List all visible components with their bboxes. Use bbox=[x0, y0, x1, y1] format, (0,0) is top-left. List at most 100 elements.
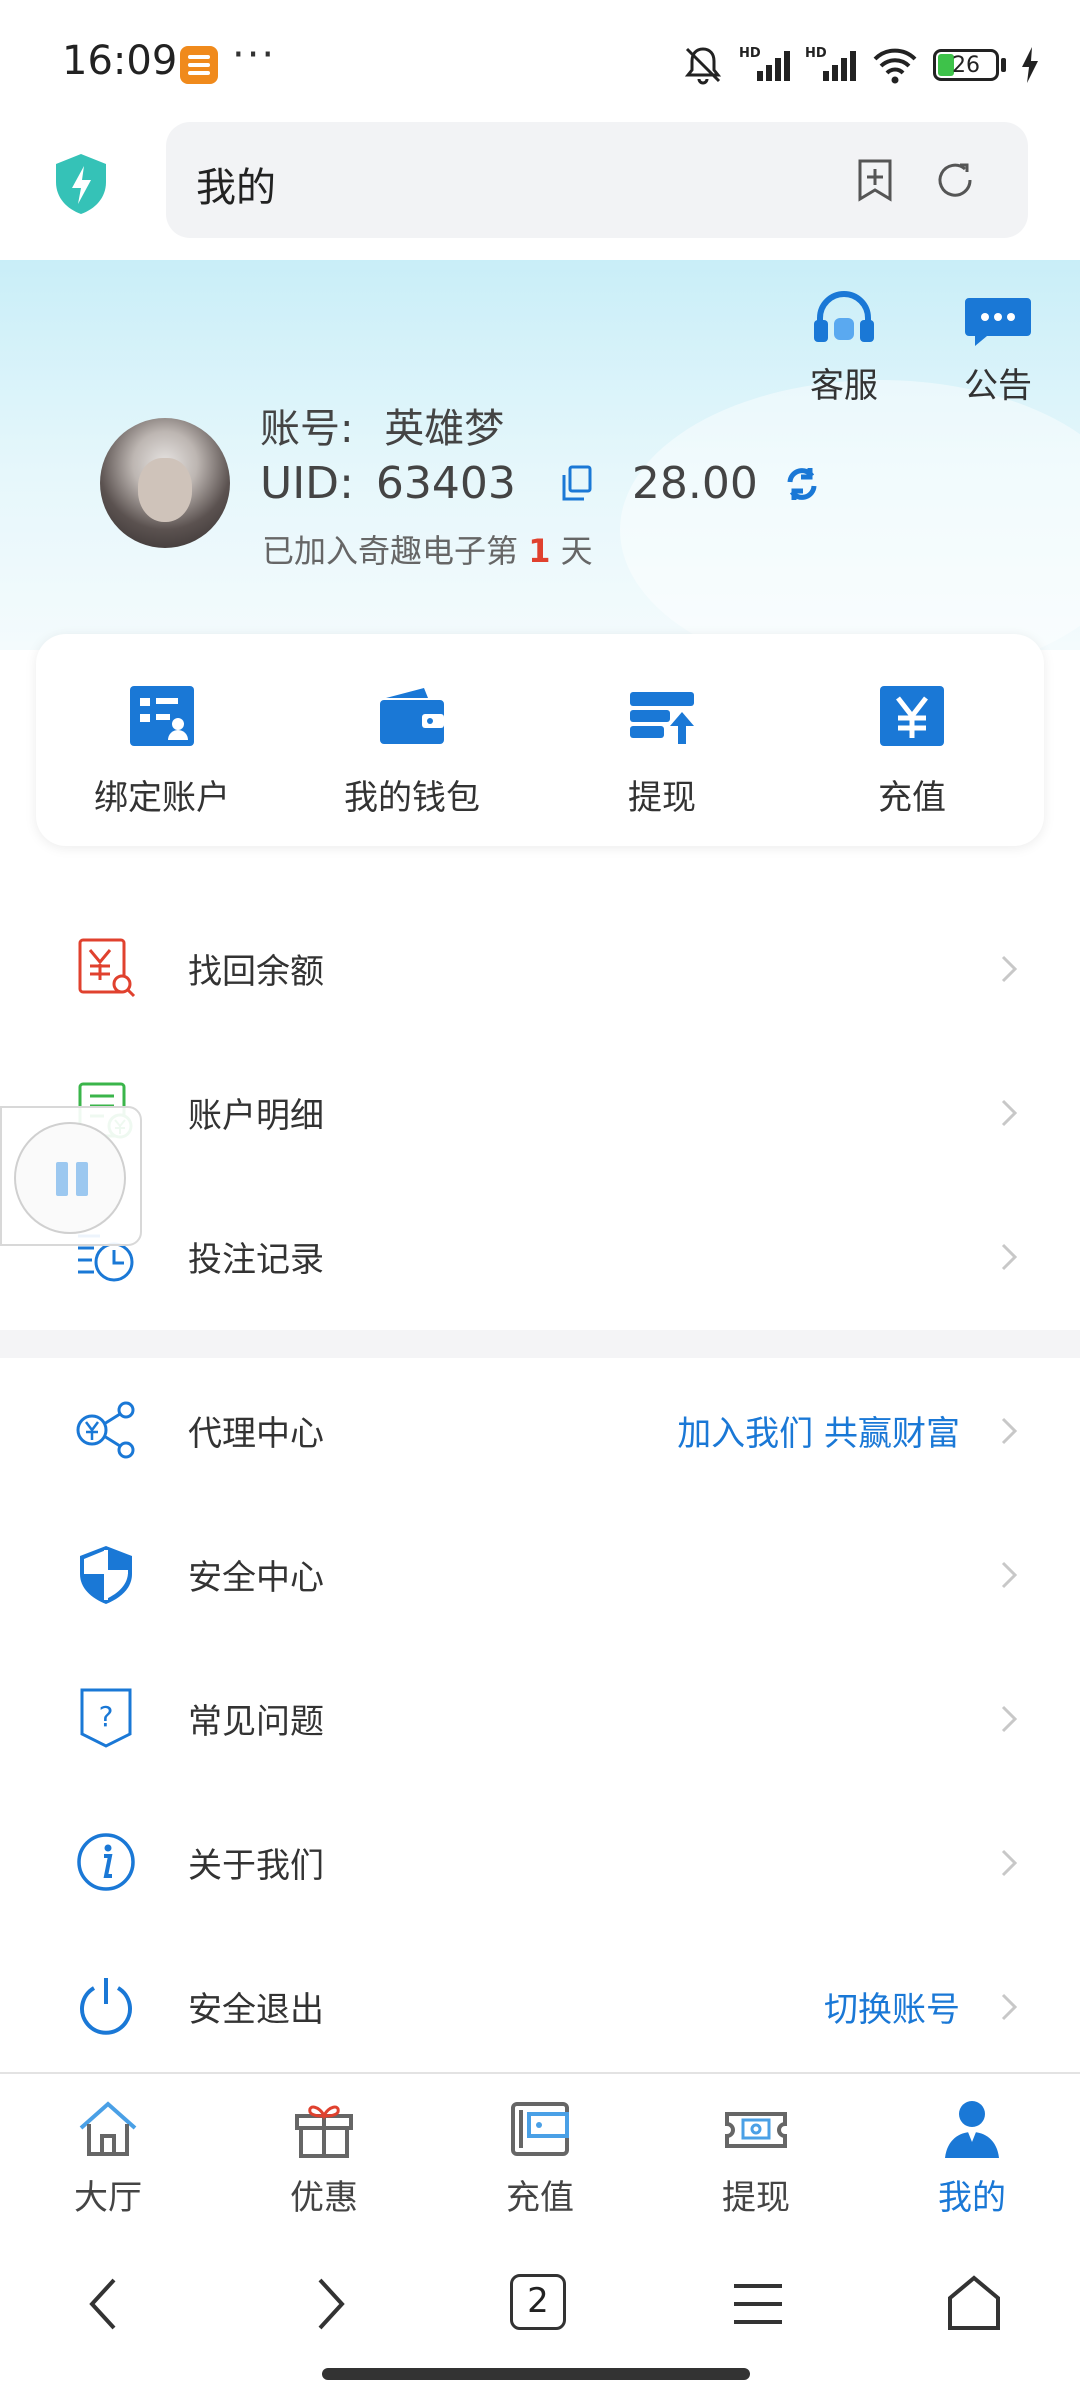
switch-account-link[interactable]: 切换账号 bbox=[824, 1982, 960, 2031]
page-title: 我的 bbox=[196, 165, 276, 211]
signal-hd-icon: HD bbox=[739, 46, 790, 81]
forward-icon[interactable] bbox=[298, 2274, 358, 2334]
account-label: 账号: bbox=[260, 406, 354, 452]
svg-text:HD: HD bbox=[805, 46, 827, 61]
svg-text:HD: HD bbox=[739, 46, 761, 61]
more-notifications-dots: ··· bbox=[232, 32, 277, 78]
tab-label: 提现 bbox=[722, 2178, 790, 2218]
chevron-right-icon bbox=[1001, 1561, 1018, 1589]
home-indicator[interactable] bbox=[322, 2368, 750, 2380]
home-icon bbox=[79, 2101, 137, 2156]
tab-label: 大厅 bbox=[74, 2178, 142, 2218]
quick-actions-card: 绑定账户 我的钱包 提现 充值 bbox=[36, 634, 1044, 846]
share-yuan-icon bbox=[76, 1401, 135, 1459]
battery-icon: 26 bbox=[933, 49, 999, 81]
account-line: 账号: 英雄梦 bbox=[260, 396, 504, 454]
tab-label: 充值 bbox=[506, 2178, 574, 2218]
signal-hd-icon: HD bbox=[805, 46, 856, 81]
customer-service-button[interactable]: 客服 bbox=[794, 290, 894, 407]
balance-value: 28.00 bbox=[631, 458, 758, 509]
membership-days: 已加入奇趣电子第 1 天 bbox=[262, 526, 593, 572]
add-bookmark-icon[interactable] bbox=[850, 155, 900, 205]
headset-icon bbox=[814, 291, 874, 342]
chevron-right-icon bbox=[1001, 1417, 1018, 1445]
chat-bubble-icon bbox=[965, 298, 1031, 346]
chevron-right-icon bbox=[1001, 955, 1018, 983]
user-icon bbox=[945, 2101, 999, 2158]
menu-icon[interactable] bbox=[728, 2274, 788, 2334]
tabs-icon[interactable]: 2 bbox=[510, 2274, 566, 2330]
home-outline-icon[interactable] bbox=[944, 2274, 1004, 2334]
withdraw-button[interactable]: 提现 bbox=[552, 684, 772, 819]
gift-icon bbox=[295, 2105, 353, 2158]
status-time: 16:09 bbox=[62, 38, 178, 84]
chevron-right-icon bbox=[1001, 1243, 1018, 1271]
status-bar: 16:09 ··· HD HD 26 bbox=[0, 0, 1080, 120]
menu-item-bet-record[interactable]: 投注记录 bbox=[0, 1184, 1080, 1328]
notifications-muted-icon bbox=[684, 47, 722, 85]
back-icon[interactable] bbox=[76, 2274, 136, 2334]
battery-level: 26 bbox=[952, 52, 980, 78]
days-suffix: 天 bbox=[560, 532, 593, 570]
tab-count: 2 bbox=[527, 2281, 549, 2321]
address-box[interactable]: 我的 bbox=[166, 122, 1028, 238]
menu-item-about-us[interactable]: 关于我们 bbox=[0, 1790, 1080, 1934]
recharge-label: 充值 bbox=[878, 778, 946, 818]
menu-label: 常见问题 bbox=[188, 1702, 324, 1742]
menu-item-account-detail[interactable]: 账户明细 bbox=[0, 1040, 1080, 1184]
shield-logo-icon[interactable] bbox=[52, 152, 110, 216]
floating-pause-widget[interactable] bbox=[0, 1106, 142, 1246]
refresh-icon[interactable] bbox=[930, 155, 980, 205]
tab-promotions[interactable]: 优惠 bbox=[254, 2096, 394, 2219]
info-icon bbox=[77, 1833, 135, 1891]
battery-tip bbox=[1001, 58, 1006, 72]
chevron-right-icon bbox=[1001, 1705, 1018, 1733]
avatar[interactable] bbox=[100, 418, 230, 548]
pause-icon[interactable] bbox=[14, 1122, 126, 1234]
status-icons: HD HD 26 bbox=[681, 40, 1040, 90]
question-icon: ? bbox=[80, 1688, 132, 1748]
app-notification-icon bbox=[180, 46, 218, 84]
tab-lobby[interactable]: 大厅 bbox=[38, 2096, 178, 2219]
chevron-right-icon bbox=[1001, 1993, 1018, 2021]
menu-item-faq[interactable]: ? 常见问题 bbox=[0, 1646, 1080, 1790]
power-icon bbox=[80, 1978, 132, 2035]
bind-account-icon bbox=[130, 686, 194, 746]
refresh-balance-icon[interactable] bbox=[782, 464, 822, 504]
tab-mine[interactable]: 我的 bbox=[902, 2096, 1042, 2219]
wifi-icon bbox=[873, 48, 917, 84]
menu-label: 关于我们 bbox=[188, 1846, 324, 1886]
recover-balance-icon bbox=[78, 938, 136, 998]
withdraw-label: 提现 bbox=[628, 778, 696, 818]
chevron-right-icon bbox=[1001, 1099, 1018, 1127]
menu-item-logout[interactable]: 安全退出 切换账号 bbox=[0, 1934, 1080, 2078]
copy-icon[interactable] bbox=[560, 465, 594, 503]
wallet-button[interactable]: 我的钱包 bbox=[302, 684, 522, 819]
charging-icon bbox=[1022, 47, 1038, 83]
menu-label: 安全中心 bbox=[188, 1558, 324, 1598]
recharge-button[interactable]: 充值 bbox=[802, 684, 1022, 819]
wallet-label: 我的钱包 bbox=[344, 778, 480, 818]
uid-line: UID: 63403 28.00 bbox=[260, 458, 822, 509]
uid-value: 63403 bbox=[375, 458, 516, 509]
announcement-button[interactable]: 公告 bbox=[948, 290, 1048, 407]
uid-label: UID: bbox=[260, 458, 354, 509]
profile-header: 客服 公告 账号: 英雄梦 UID: 63403 28.00 已加入奇趣电子第 … bbox=[0, 260, 1080, 680]
svg-text:?: ? bbox=[99, 1700, 114, 1733]
menu-label: 账户明细 bbox=[188, 1096, 324, 1136]
browser-address-bar: 我的 bbox=[0, 120, 1080, 260]
shield-icon bbox=[80, 1546, 132, 1604]
menu-label: 投注记录 bbox=[188, 1240, 324, 1280]
menu-item-security-center[interactable]: 安全中心 bbox=[0, 1502, 1080, 1646]
menu-item-agent-center[interactable]: 代理中心 加入我们 共赢财富 bbox=[0, 1358, 1080, 1502]
tab-recharge[interactable]: 充值 bbox=[470, 2096, 610, 2219]
bottom-tab-bar: 大厅 优惠 充值 提现 我的 bbox=[0, 2072, 1080, 2236]
chevron-right-icon bbox=[1001, 1849, 1018, 1877]
tab-withdraw[interactable]: 提现 bbox=[686, 2096, 826, 2219]
menu-item-recover-balance[interactable]: 找回余额 bbox=[0, 896, 1080, 1040]
tab-label: 优惠 bbox=[290, 2178, 358, 2218]
section-divider bbox=[0, 1330, 1080, 1358]
agent-slogan: 加入我们 共赢财富 bbox=[677, 1414, 960, 1454]
menu-label: 代理中心 bbox=[188, 1414, 324, 1454]
bind-account-button[interactable]: 绑定账户 bbox=[52, 684, 272, 819]
